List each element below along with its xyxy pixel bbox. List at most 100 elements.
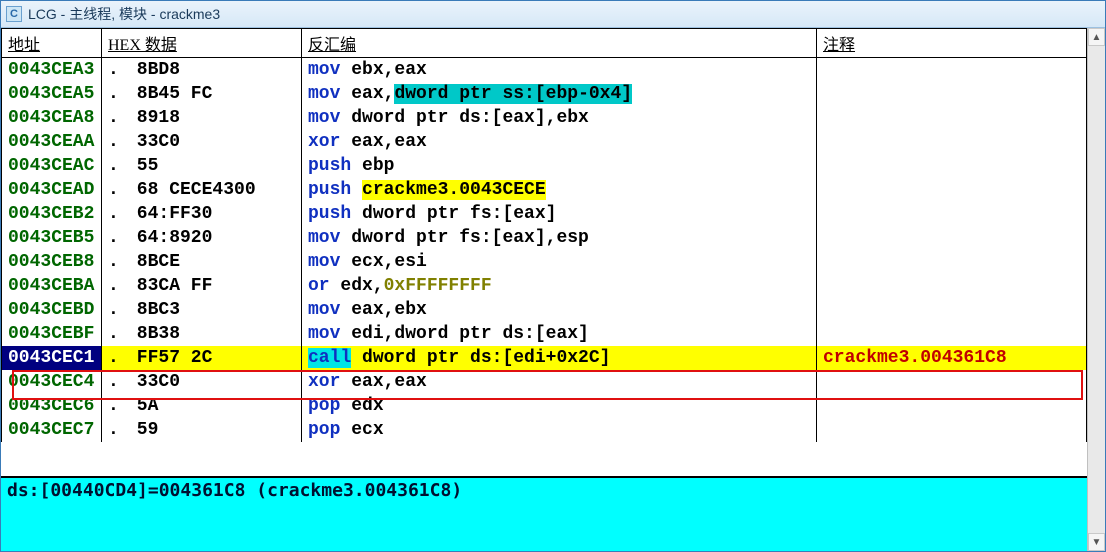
cell-address: 0043CEC1 [2, 346, 102, 370]
cell-comment [817, 322, 1087, 346]
cell-address: 0043CEC7 [2, 418, 102, 442]
info-panel: ds:[00440CD4]=004361C8 (crackme3.004361C… [1, 476, 1087, 551]
vertical-scrollbar[interactable]: ▲ ▼ [1087, 28, 1105, 551]
disasm-table: 地址 HEX 数据 反汇编 注释 0043CEA3. 8BD8mov ebx,e… [1, 28, 1087, 442]
cell-disasm: xor eax,eax [302, 370, 817, 394]
cell-address: 0043CEC6 [2, 394, 102, 418]
cell-comment [817, 178, 1087, 202]
cell-comment [817, 274, 1087, 298]
scroll-track[interactable] [1088, 46, 1105, 533]
cell-disasm: mov eax,dword ptr ss:[ebp-0x4] [302, 82, 817, 106]
cell-address: 0043CEAA [2, 130, 102, 154]
cell-hex: . 33C0 [102, 370, 302, 394]
cell-comment [817, 82, 1087, 106]
col-hex[interactable]: HEX 数据 [102, 29, 302, 58]
cell-hex: . 5A [102, 394, 302, 418]
table-row[interactable]: 0043CEBA. 83CA FFor edx,0xFFFFFFFF [2, 274, 1087, 298]
table-row[interactable]: 0043CEB5. 64:8920mov dword ptr fs:[eax],… [2, 226, 1087, 250]
cell-comment: crackme3.004361C8 [817, 346, 1087, 370]
cell-comment [817, 58, 1087, 82]
cell-hex: . FF57 2C [102, 346, 302, 370]
cell-hex: . 83CA FF [102, 274, 302, 298]
table-row[interactable]: 0043CEBF. 8B38mov edi,dword ptr ds:[eax] [2, 322, 1087, 346]
app-icon: C [6, 6, 22, 22]
cell-hex: . 59 [102, 418, 302, 442]
cell-address: 0043CEC4 [2, 370, 102, 394]
cell-disasm: mov ecx,esi [302, 250, 817, 274]
cell-address: 0043CEB2 [2, 202, 102, 226]
cell-address: 0043CEBD [2, 298, 102, 322]
cell-address: 0043CEAC [2, 154, 102, 178]
cell-disasm: xor eax,eax [302, 130, 817, 154]
table-row[interactable]: 0043CEC7. 59pop ecx [2, 418, 1087, 442]
title-bar[interactable]: C LCG - 主线程, 模块 - crackme3 [1, 1, 1105, 28]
disasm-grid[interactable]: 地址 HEX 数据 反汇编 注释 0043CEA3. 8BD8mov ebx,e… [1, 28, 1087, 476]
cell-comment [817, 202, 1087, 226]
cell-hex: . 8B38 [102, 322, 302, 346]
cell-comment [817, 418, 1087, 442]
cell-comment [817, 370, 1087, 394]
main-panel: 地址 HEX 数据 反汇编 注释 0043CEA3. 8BD8mov ebx,e… [1, 28, 1087, 551]
col-address[interactable]: 地址 [2, 29, 102, 58]
col-disasm[interactable]: 反汇编 [302, 29, 817, 58]
cell-address: 0043CEB8 [2, 250, 102, 274]
cell-comment [817, 226, 1087, 250]
table-row[interactable]: 0043CEC4. 33C0xor eax,eax [2, 370, 1087, 394]
table-row[interactable]: 0043CEB2. 64:FF30push dword ptr fs:[eax] [2, 202, 1087, 226]
table-header: 地址 HEX 数据 反汇编 注释 [2, 29, 1087, 58]
cell-disasm: push dword ptr fs:[eax] [302, 202, 817, 226]
cell-hex: . 8BC3 [102, 298, 302, 322]
cell-address: 0043CEB5 [2, 226, 102, 250]
cell-address: 0043CEA5 [2, 82, 102, 106]
cell-address: 0043CEBA [2, 274, 102, 298]
cell-disasm: mov eax,ebx [302, 298, 817, 322]
cell-disasm: push crackme3.0043CECE [302, 178, 817, 202]
table-row[interactable]: 0043CEC1. FF57 2Ccall dword ptr ds:[edi+… [2, 346, 1087, 370]
table-row[interactable]: 0043CEAA. 33C0xor eax,eax [2, 130, 1087, 154]
cell-disasm: mov dword ptr fs:[eax],esp [302, 226, 817, 250]
cell-comment [817, 250, 1087, 274]
cell-comment [817, 298, 1087, 322]
cell-address: 0043CEA8 [2, 106, 102, 130]
col-comment[interactable]: 注释 [817, 29, 1087, 58]
table-row[interactable]: 0043CEA3. 8BD8mov ebx,eax [2, 58, 1087, 82]
window-title: LCG - 主线程, 模块 - crackme3 [28, 4, 220, 24]
cell-disasm: or edx,0xFFFFFFFF [302, 274, 817, 298]
table-row[interactable]: 0043CEB8. 8BCEmov ecx,esi [2, 250, 1087, 274]
cell-comment [817, 106, 1087, 130]
table-row[interactable]: 0043CEA5. 8B45 FCmov eax,dword ptr ss:[e… [2, 82, 1087, 106]
cell-hex: . 64:FF30 [102, 202, 302, 226]
table-row[interactable]: 0043CEA8. 8918mov dword ptr ds:[eax],ebx [2, 106, 1087, 130]
scroll-up-arrow[interactable]: ▲ [1088, 28, 1105, 46]
cell-hex: . 8BD8 [102, 58, 302, 82]
table-row[interactable]: 0043CEBD. 8BC3mov eax,ebx [2, 298, 1087, 322]
cell-address: 0043CEA3 [2, 58, 102, 82]
cell-hex: . 68 CECE4300 [102, 178, 302, 202]
cell-hex: . 55 [102, 154, 302, 178]
table-row[interactable]: 0043CEAC. 55push ebp [2, 154, 1087, 178]
cell-hex: . 64:8920 [102, 226, 302, 250]
cell-disasm: mov ebx,eax [302, 58, 817, 82]
cell-address: 0043CEAD [2, 178, 102, 202]
cell-disasm: mov edi,dword ptr ds:[eax] [302, 322, 817, 346]
table-row[interactable]: 0043CEAD. 68 CECE4300push crackme3.0043C… [2, 178, 1087, 202]
cell-hex: . 33C0 [102, 130, 302, 154]
content-area: 地址 HEX 数据 反汇编 注释 0043CEA3. 8BD8mov ebx,e… [1, 28, 1105, 551]
cell-disasm: pop edx [302, 394, 817, 418]
debugger-window: C LCG - 主线程, 模块 - crackme3 地址 HEX 数据 反汇编… [0, 0, 1106, 552]
cell-hex: . 8B45 FC [102, 82, 302, 106]
cell-disasm: call dword ptr ds:[edi+0x2C] [302, 346, 817, 370]
cell-comment [817, 130, 1087, 154]
cell-disasm: pop ecx [302, 418, 817, 442]
cell-address: 0043CEBF [2, 322, 102, 346]
cell-hex: . 8918 [102, 106, 302, 130]
cell-disasm: mov dword ptr ds:[eax],ebx [302, 106, 817, 130]
info-line: ds:[00440CD4]=004361C8 (crackme3.004361C… [7, 480, 462, 501]
cell-hex: . 8BCE [102, 250, 302, 274]
cell-comment [817, 394, 1087, 418]
cell-disasm: push ebp [302, 154, 817, 178]
scroll-down-arrow[interactable]: ▼ [1088, 533, 1105, 551]
table-body: 0043CEA3. 8BD8mov ebx,eax0043CEA5. 8B45 … [2, 58, 1087, 442]
table-row[interactable]: 0043CEC6. 5Apop edx [2, 394, 1087, 418]
cell-comment [817, 154, 1087, 178]
